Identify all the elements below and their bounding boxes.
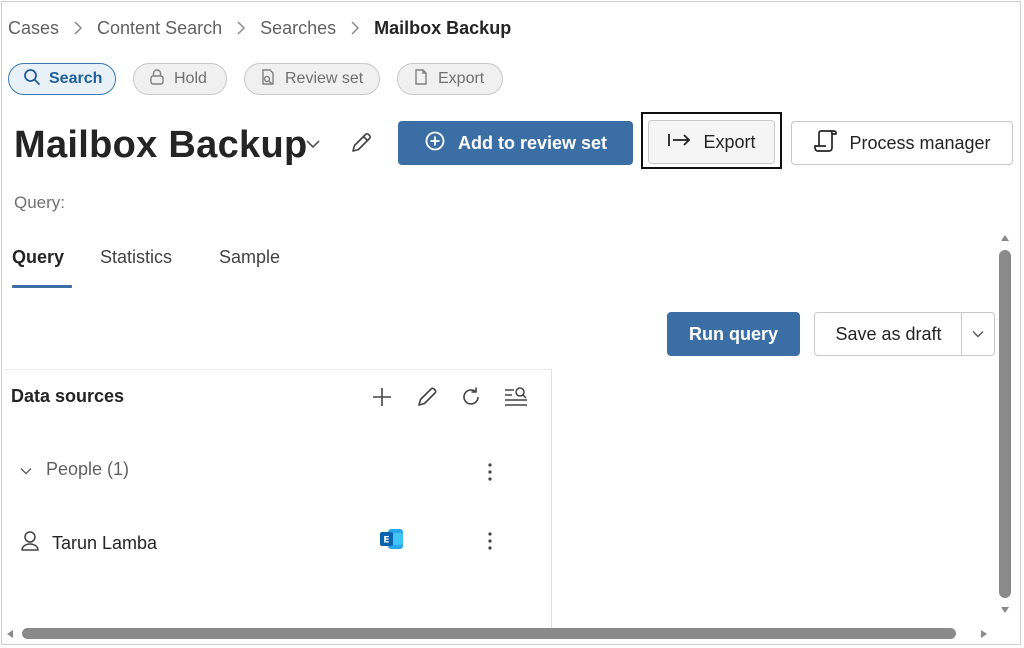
chevron-right-icon (350, 20, 360, 36)
save-options-dropdown[interactable] (961, 312, 995, 356)
scroll-right-arrow-icon[interactable] (978, 628, 990, 640)
tab-query[interactable]: Query (12, 247, 100, 289)
run-query-button[interactable]: Run query (667, 312, 800, 356)
filter-search-icon[interactable] (503, 384, 529, 410)
chevron-down-icon (972, 325, 984, 343)
breadcrumb-current: Mailbox Backup (374, 17, 512, 38)
people-group-header[interactable]: People (1) (20, 459, 129, 480)
people-group-label: People (1) (46, 459, 130, 479)
refresh-icon[interactable] (458, 384, 484, 410)
more-options-icon[interactable] (480, 460, 500, 484)
exchange-icon: E (379, 527, 405, 556)
pill-review-set[interactable]: Review set (244, 63, 380, 95)
export-label: Export (703, 131, 756, 152)
add-icon[interactable] (369, 384, 395, 410)
scroll-left-arrow-icon[interactable] (4, 628, 16, 640)
svg-text:E: E (383, 536, 389, 546)
more-options-icon[interactable] (480, 529, 500, 553)
pill-search[interactable]: Search (8, 63, 116, 95)
save-as-draft-button[interactable]: Save as draft (814, 312, 963, 356)
search-icon (23, 68, 41, 91)
data-sources-title: Data sources (11, 386, 125, 406)
lock-icon (148, 68, 166, 91)
breadcrumb-content-search[interactable]: Content Search (97, 18, 222, 39)
scroll-document-icon (813, 128, 839, 159)
workflow-pills: Search Hold Review set Export (8, 63, 503, 95)
person-icon (20, 530, 40, 557)
person-name: Tarun Lamba (52, 533, 158, 553)
edit-icon[interactable] (414, 384, 440, 410)
chevron-down-icon[interactable] (305, 137, 321, 155)
pill-label: Export (438, 70, 485, 87)
query-label: Query: (14, 193, 66, 212)
pill-label: Review set (285, 70, 364, 87)
horizontal-scroll-thumb[interactable] (22, 628, 956, 639)
page-title: Mailbox Backup (14, 124, 308, 166)
chevron-right-icon (236, 20, 246, 36)
chevron-right-icon (73, 20, 83, 36)
add-to-review-set-label: Add to review set (457, 132, 608, 153)
content-tabs: Query Statistics Sample (12, 247, 280, 289)
edit-title-icon[interactable] (348, 130, 374, 161)
pill-hold[interactable]: Hold (133, 63, 227, 95)
process-manager-label: Process manager (849, 132, 991, 153)
pill-label: Search (49, 70, 103, 87)
process-manager-button[interactable]: Process manager (791, 121, 1013, 165)
pill-label: Hold (174, 70, 207, 87)
arrow-export-icon (667, 131, 693, 154)
pill-export[interactable]: Export (397, 63, 503, 95)
scroll-up-arrow-icon[interactable] (999, 232, 1011, 244)
export-doc-icon (412, 68, 430, 91)
tab-sample[interactable]: Sample (219, 247, 280, 289)
export-button[interactable]: Export (648, 120, 775, 164)
person-item[interactable]: Tarun Lamba (20, 530, 157, 557)
tab-statistics[interactable]: Statistics (100, 247, 219, 289)
add-to-review-set-button[interactable]: Add to review set (398, 121, 633, 165)
breadcrumb-searches[interactable]: Searches (260, 18, 336, 39)
breadcrumb-cases[interactable]: Cases (8, 18, 59, 39)
review-set-icon (259, 68, 277, 91)
breadcrumb: Cases Content Search Searches Mailbox Ba… (8, 15, 511, 41)
scroll-down-arrow-icon[interactable] (999, 604, 1011, 616)
vertical-scroll-thumb[interactable] (999, 250, 1011, 598)
chevron-down-icon (20, 459, 32, 480)
add-circle-icon (424, 130, 446, 157)
